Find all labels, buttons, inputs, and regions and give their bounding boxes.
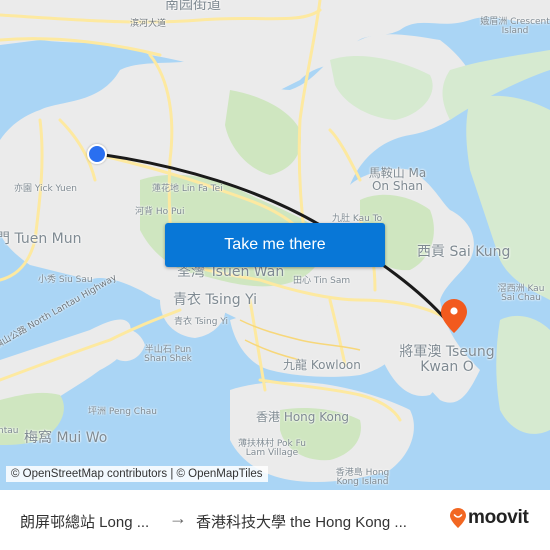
arrow-right-icon: → (169, 508, 187, 528)
map-label-ma-on-shan: 馬鞍山 Ma On Shan (368, 166, 427, 193)
moovit-pin-icon (450, 508, 466, 528)
map-label-mui-wo: 梅窩 Mui Wo (24, 430, 108, 446)
map-label-tuen-mun: 門 Tuen Mun (0, 231, 82, 247)
map-label-yick-yuen: 亦園 Yick Yuen (14, 184, 77, 194)
map-label-lin-fa-tei: 蓮花地 Lin Fa Tei (152, 184, 223, 194)
map-label-crescent: 娥眉洲 Crescent Island (480, 17, 550, 37)
map-label-ho-pui: 河背 Ho Pui (135, 207, 185, 217)
map-label-siu-sau: 小秀 Siu Sau (38, 275, 93, 285)
take-me-there-button[interactable]: Take me there (165, 223, 385, 267)
map-label-hong-kong: 香港 Hong Kong (256, 410, 350, 424)
moovit-logo[interactable]: moovit (450, 507, 529, 529)
map-label-kau-sai-chau: 滘西洲 Kau Sai Chau (497, 284, 545, 304)
map-label-lantau: ntau (0, 426, 19, 436)
destination-pin-icon[interactable] (441, 299, 467, 333)
map-label-tseung-kwan-o: 將軍澳 Tseung Kwan O (399, 344, 495, 375)
footer-bar: 朗屏邨總站 Long ... → 香港科技大學 the Hong Kong ..… (0, 490, 550, 550)
map-label-kowloon: 九龍 Kowloon (283, 358, 361, 372)
map-view[interactable]: 南园街道 滨河大道 娥眉洲 Crescent Island 亦園 Yick Yu… (0, 0, 550, 490)
map-label-tin-sam: 田心 Tin Sam (293, 276, 351, 286)
map-label-tsing-yi: 青衣 Tsing Yi (173, 292, 258, 308)
origin-name: 朗屏邨總站 Long ... (20, 514, 150, 531)
moovit-wordmark: moovit (468, 507, 529, 528)
origin-marker[interactable] (87, 144, 107, 164)
map-attribution[interactable]: © OpenStreetMap contributors | © OpenMap… (6, 466, 268, 482)
destination-name: 香港科技大學 the Hong Kong ... (196, 514, 407, 531)
map-label-tsing-yi-small: 青衣 Tsing Yi (174, 317, 229, 327)
map-label-hk-island: 香港島 Hong Kong Island (335, 468, 390, 488)
map-label-tsuen-wan: 荃灣 Tsuen Wan (177, 264, 285, 280)
map-label-sai-kung: 西貢 Sai Kung (417, 244, 511, 260)
map-label-pok-fu-lam: 薄扶林村 Pok Fu Lam Village (238, 439, 306, 459)
map-label-nanyuan: 南园街道 (165, 0, 221, 13)
map-label-binhe: 滨河大道 (130, 19, 167, 29)
map-label-pun-shan-shek: 半山石 Pun Shan Shek (144, 345, 192, 365)
map-label-peng-chau: 坪洲 Peng Chau (88, 407, 157, 417)
